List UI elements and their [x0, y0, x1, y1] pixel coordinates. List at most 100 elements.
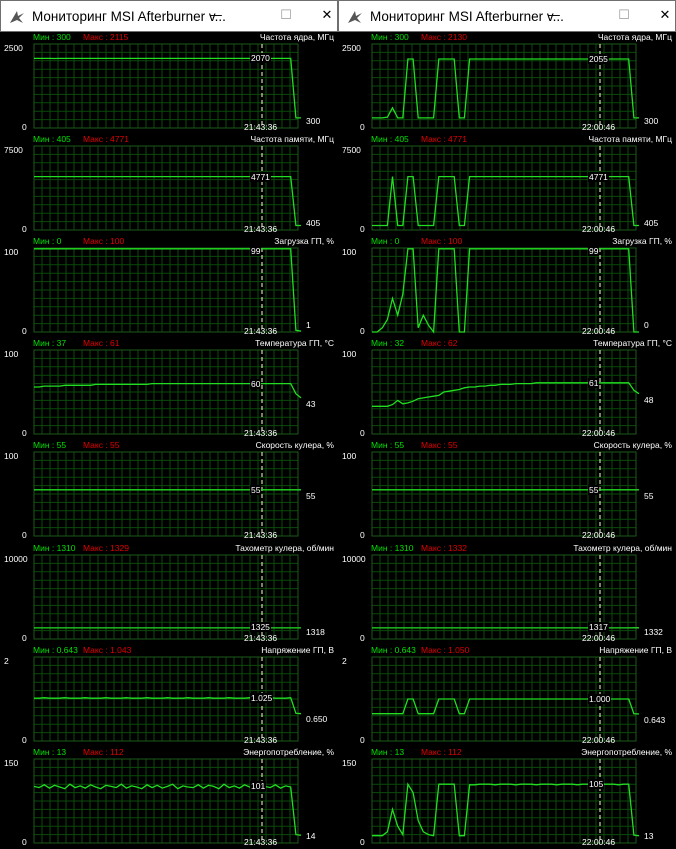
graph-name: Частота памяти, МГц: [250, 134, 334, 145]
time-label: 21:43:36: [244, 122, 278, 132]
graph-svg: [33, 145, 301, 231]
graph-panel[interactable]: Мин : 13 Макс : 112 Энергопотребление, % 15…: [1, 747, 337, 849]
min-label: Мин : 0.643: [371, 644, 416, 655]
end-value: 55: [306, 491, 316, 502]
time-label: 21:43:36: [244, 326, 278, 337]
graph-panel[interactable]: Мин : 13 Макс : 112 Энергопотребление, % 15…: [339, 747, 675, 849]
afterburner-plane-icon: [10, 11, 24, 23]
end-value: 1318: [306, 626, 325, 637]
graph-grid: [371, 758, 637, 843]
graph-panel[interactable]: Мин : 1310 Макс : 1329 Тахометр кулера, об…: [1, 543, 337, 645]
cursor-value: 4771: [588, 171, 609, 182]
monitor-window: Мониторинг MSI Afterburner v... — ☐ ✕ Ми…: [0, 0, 338, 849]
graph-grid: [371, 247, 637, 333]
title-bar[interactable]: Мониторинг MSI Afterburner v... — ☐ ✕: [0, 0, 338, 32]
end-value: 405: [306, 218, 321, 229]
max-label: Макс : 2115: [83, 32, 129, 42]
close-icon[interactable]: ✕: [654, 6, 676, 26]
y-axis-max: 150: [342, 757, 357, 768]
y-axis-min: 0: [360, 734, 365, 745]
min-label: Мин : 55: [33, 440, 67, 451]
end-value: 1: [306, 320, 311, 331]
minimize-icon[interactable]: —: [205, 6, 227, 26]
graph-name: Температура ГП, °C: [255, 338, 334, 349]
graph-name: Загрузка ГП, %: [274, 236, 334, 247]
y-axis-min: 0: [22, 530, 27, 541]
minimize-icon[interactable]: —: [543, 6, 565, 26]
close-icon[interactable]: ✕: [316, 6, 338, 26]
end-value: 0.643: [644, 714, 666, 725]
monitor-window: Мониторинг MSI Afterburner v... — ☐ ✕ Ми…: [338, 0, 676, 849]
cursor-value: 60: [250, 378, 262, 389]
graph-panel[interactable]: Мин : 55 Макс : 55 Скорость кулера, % 100 0 2…: [339, 440, 675, 542]
time-label: 22:00:46: [582, 734, 616, 745]
maximize-icon[interactable]: ☐: [275, 6, 297, 26]
title-bar[interactable]: Мониторинг MSI Afterburner v... — ☐ ✕: [338, 0, 676, 32]
max-label: Макс : 61: [83, 338, 120, 349]
graph-svg: [371, 145, 639, 231]
y-axis-min: 0: [360, 428, 365, 439]
y-axis-max: 2: [4, 655, 9, 666]
cursor-value: 1.025: [250, 692, 274, 703]
y-axis-min: 0: [360, 122, 365, 132]
graph-svg: [371, 349, 640, 435]
cursor-value: 1.000: [588, 693, 612, 704]
graph-panel[interactable]: Мин : 55 Макс : 55 Скорость кулера, % 100 0 2…: [1, 440, 337, 542]
cursor-value: 61: [588, 378, 600, 389]
graph-svg: [33, 451, 301, 537]
max-label: Макс : 1332: [421, 542, 467, 553]
graph-grid: [33, 758, 299, 843]
cursor-value: 2055: [588, 53, 609, 64]
graph-panel[interactable]: Мин : 300 Макс : 2130 Частота ядра, МГц 250…: [339, 32, 675, 134]
max-label: Макс : 2130: [421, 32, 467, 42]
graph-panel[interactable]: Мин : 405 Макс : 4771 Частота памяти, МГц 7…: [1, 134, 337, 236]
graph-panel[interactable]: Мин : 405 Макс : 4771 Частота памяти, МГц 7…: [339, 134, 675, 236]
graph-grid: [33, 247, 299, 333]
min-label: Мин : 300: [371, 32, 409, 42]
cursor-value: 105: [588, 778, 605, 789]
y-axis-max: 100: [4, 349, 19, 360]
end-value: 405: [644, 218, 659, 229]
max-label: Макс : 55: [421, 440, 458, 451]
graph-panel[interactable]: Мин : 300 Макс : 2115 Частота ядра, МГц 250…: [1, 32, 337, 134]
graph-name: Напряжение ГП, В: [261, 644, 334, 655]
y-axis-min: 0: [22, 122, 27, 132]
time-label: 22:00:46: [582, 632, 616, 643]
y-axis-min: 0: [360, 326, 365, 337]
graph-panel[interactable]: Мин : 0.643 Макс : 1.043 Напряжение ГП, В 2…: [1, 645, 337, 747]
graph-panel[interactable]: Мин : 0.643 Макс : 1.050 Напряжение ГП, В 2…: [339, 645, 675, 747]
time-label: 22:00:46: [582, 326, 616, 337]
end-value: 43: [306, 399, 316, 410]
graph-name: Скорость кулера, %: [255, 440, 334, 451]
time-label: 21:43:36: [244, 734, 278, 745]
graph-panel[interactable]: Мин : 0 Макс : 100 Загрузка ГП, % 100 0 22:00…: [339, 236, 675, 338]
maximize-icon[interactable]: ☐: [613, 6, 635, 26]
time-label: 22:00:46: [582, 122, 616, 132]
y-axis-min: 0: [22, 326, 27, 337]
graph-svg: [33, 554, 301, 639]
cursor-value: 55: [250, 485, 262, 496]
graph-panel[interactable]: Мин : 37 Макс : 61 Температура ГП, °C 100 0 2…: [1, 338, 337, 440]
end-value: 14: [306, 830, 316, 841]
max-label: Макс : 112: [421, 746, 462, 757]
window-title: Мониторинг MSI Afterburner v...: [370, 9, 564, 24]
y-axis-max: 100: [342, 247, 357, 258]
graph-name: Частота ядра, МГц: [259, 32, 334, 42]
min-label: Мин : 13: [371, 746, 405, 757]
max-label: Макс : 4771: [421, 134, 467, 145]
min-label: Мин : 13: [33, 746, 67, 757]
graph-area: Мин : 300 Макс : 2130 Частота ядра, МГц 250…: [339, 32, 675, 849]
graph-name: Частота памяти, МГц: [588, 134, 672, 145]
y-axis-max: 7500: [4, 145, 23, 156]
graph-panel[interactable]: Мин : 0 Макс : 100 Загрузка ГП, % 100 0 21:43…: [1, 236, 337, 338]
graph-svg: [371, 247, 639, 334]
end-value: 55: [644, 491, 654, 502]
graph-svg: [33, 349, 302, 435]
graph-svg: [33, 247, 302, 333]
graph-panel[interactable]: Мин : 32 Макс : 62 Температура ГП, °C 100 0 2…: [339, 338, 675, 440]
max-label: Макс : 1329: [83, 542, 129, 553]
graph-panel[interactable]: Мин : 1310 Макс : 1332 Тахометр кулера, об…: [339, 543, 675, 645]
y-axis-max: 100: [4, 451, 19, 462]
y-axis-max: 2: [342, 655, 347, 666]
time-label: 22:00:46: [582, 836, 616, 847]
